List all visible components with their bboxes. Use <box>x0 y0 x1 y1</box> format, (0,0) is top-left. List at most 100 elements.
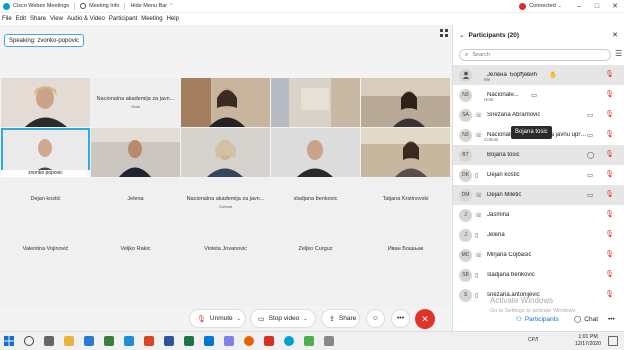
video-tile[interactable] <box>1 78 90 127</box>
share-button[interactable]: ⇪ Share <box>321 309 360 328</box>
chevron-up-icon[interactable]: ⌃ <box>169 3 173 9</box>
microphone-muted-icon[interactable]: 🎙 <box>605 170 614 178</box>
video-tile[interactable] <box>181 128 270 177</box>
name-tile[interactable] <box>91 278 180 306</box>
maximize-button[interactable]: □ <box>588 3 606 10</box>
notification-icon[interactable] <box>608 336 618 346</box>
word-icon[interactable] <box>164 336 174 346</box>
webex-taskbar-icon[interactable] <box>284 336 294 346</box>
meeting-info-link[interactable]: Meeting Info <box>89 3 119 9</box>
video-tile[interactable] <box>271 78 360 127</box>
participant-row[interactable]: SA ☏ Snežana Abramović ▭ 🎙 <box>453 105 624 125</box>
teams-icon[interactable] <box>224 336 234 346</box>
chevron-down-icon[interactable]: ⌄ <box>237 316 241 322</box>
hide-menu-bar-button[interactable]: Hide Menu Bar <box>130 3 167 9</box>
chevron-down-icon[interactable]: ⌄ <box>459 31 464 39</box>
name-tile[interactable] <box>361 278 450 306</box>
close-panel-button[interactable]: ✕ <box>612 31 618 39</box>
microphone-muted-icon[interactable]: 🎙 <box>605 230 614 238</box>
participant-row[interactable]: J ☏ Jasmina 🎙 <box>453 205 624 225</box>
close-window-button[interactable]: ✕ <box>606 2 624 10</box>
participant-row[interactable]: MC ☏ Mirjana Cojbasic 🎙 <box>453 245 624 265</box>
microphone-muted-icon[interactable]: 🎙 <box>605 190 614 198</box>
participant-row[interactable]: Jeлена Ђорђевић Me ✋ 🎙 <box>453 65 624 85</box>
video-tile[interactable] <box>271 128 360 177</box>
participant-list-options-icon[interactable]: ☰ <box>615 49 622 58</box>
participant-row[interactable]: SB ▯ sladjana benkovic 🎙 <box>453 265 624 285</box>
system-clock[interactable]: 1:01 PM 12/17/2020 <box>571 334 605 348</box>
excel-icon[interactable] <box>184 336 194 346</box>
video-tile-active-speaker[interactable]: zvonko popovic <box>1 128 90 177</box>
menu-file[interactable]: File <box>2 16 12 22</box>
video-tile[interactable] <box>91 128 180 177</box>
mail-icon[interactable] <box>84 336 94 346</box>
menu-help[interactable]: Help <box>167 16 179 22</box>
microphone-muted-icon[interactable]: 🎙 <box>605 90 614 98</box>
microphone-muted-icon[interactable]: 🎙 <box>605 250 614 258</box>
store-icon[interactable] <box>104 336 114 346</box>
participant-row[interactable]: DM ☏ Dejan Miletić ▭ 🎙 <box>453 185 624 205</box>
unmute-button[interactable]: 🎙 Unmute ⌄ <box>189 309 246 328</box>
windows-start-icon[interactable] <box>4 336 14 346</box>
name-tile[interactable] <box>1 278 90 306</box>
chevron-down-icon[interactable]: ⌄ <box>303 316 307 322</box>
name-tile[interactable] <box>181 278 270 306</box>
name-tile[interactable]: Dejan kostić <box>1 178 90 227</box>
name-tile[interactable]: Иван Бошњак <box>361 228 450 277</box>
menu-meeting[interactable]: Meeting <box>141 16 162 22</box>
menu-share[interactable]: Share <box>30 16 46 22</box>
stop-video-button[interactable]: ▭ Stop video ⌄ <box>250 309 316 328</box>
microphone-muted-icon[interactable]: 🎙 <box>605 270 614 278</box>
app-icon[interactable] <box>324 336 334 346</box>
powerpoint-icon[interactable] <box>144 336 154 346</box>
microphone-muted-icon[interactable]: 🎙 <box>605 130 614 138</box>
menu-edit[interactable]: Edit <box>16 16 26 22</box>
name-tile[interactable] <box>271 278 360 306</box>
more-options-button[interactable]: ••• <box>391 309 410 328</box>
name-tile[interactable]: Zeljko Curguz <box>271 228 360 277</box>
name-tile[interactable]: Violeta Jovanovic <box>181 228 270 277</box>
participant-row[interactable]: DK ▯ Dejan kostić ▭ 🎙 <box>453 165 624 185</box>
video-tile[interactable]: Nacionalna akademija za javn... Host <box>91 78 180 127</box>
menu-audio-video[interactable]: Audio & Video <box>67 16 105 22</box>
minimize-button[interactable]: – <box>570 3 588 10</box>
name-tile[interactable]: sladjana benkovic <box>271 178 360 227</box>
participant-row[interactable]: J ▯ Jelena 🎙 <box>453 225 624 245</box>
video-tile[interactable] <box>361 78 450 127</box>
outlook-icon[interactable] <box>204 336 214 346</box>
app-icon[interactable] <box>304 336 314 346</box>
name-tile[interactable]: Tatjana Krstinovski <box>361 178 450 227</box>
microphone-muted-icon[interactable]: 🎙 <box>605 150 614 158</box>
name-tile[interactable]: Jelena <box>91 178 180 227</box>
name-tile[interactable]: Veljko Rakic <box>91 228 180 277</box>
search-box[interactable]: ⌕ <box>459 49 611 61</box>
reactions-button[interactable]: ☺ <box>366 309 385 328</box>
video-tile[interactable] <box>361 128 450 177</box>
file-explorer-icon[interactable] <box>64 336 74 346</box>
leave-meeting-button[interactable]: ✕ <box>415 309 435 329</box>
chat-icon[interactable]: ◯ <box>587 151 594 159</box>
name-tile[interactable]: Valentina Vojinović <box>1 228 90 277</box>
video-tile[interactable] <box>181 78 270 127</box>
microphone-muted-icon[interactable]: 🎙 <box>605 290 614 298</box>
participant-row[interactable]: N3 Nacionalн... Host ▭ 🎙 <box>453 85 624 105</box>
menu-participant[interactable]: Participant <box>109 16 137 22</box>
search-icon[interactable] <box>24 336 34 346</box>
connection-status[interactable]: Connected <box>529 3 556 9</box>
participant-row[interactable]: BT Bojana tosic ◯ 🎙 <box>453 145 624 165</box>
microphone-muted-icon[interactable]: 🎙 <box>605 110 614 118</box>
microphone-muted-icon[interactable]: 🎙 <box>605 70 614 78</box>
edge-icon[interactable] <box>124 336 134 346</box>
chevron-down-icon[interactable]: ⌄ <box>558 3 562 9</box>
menu-view[interactable]: View <box>50 16 63 22</box>
layout-grid-icon[interactable] <box>440 29 448 37</box>
task-view-icon[interactable] <box>44 336 54 346</box>
more-panels-button[interactable]: ••• <box>604 312 619 326</box>
name-tile[interactable]: Nacionalna akademija za javn... Cohost <box>181 178 270 227</box>
microphone-muted-icon[interactable]: 🎙 <box>605 210 614 218</box>
acrobat-icon[interactable] <box>264 336 274 346</box>
firefox-icon[interactable] <box>244 336 254 346</box>
input-language[interactable]: CPЛ <box>528 337 538 343</box>
phone-icon: ☏ <box>475 252 483 259</box>
search-input[interactable] <box>472 52 593 58</box>
